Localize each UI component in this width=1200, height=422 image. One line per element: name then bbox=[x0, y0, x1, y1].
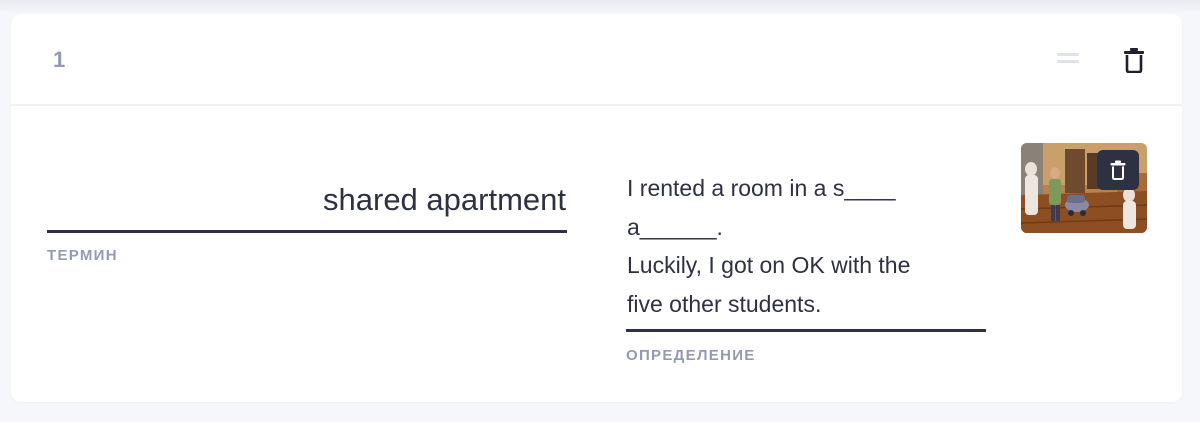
definition-label: ОПРЕДЕЛЕНИЕ bbox=[626, 347, 756, 364]
flashcard-editor: 1 shared apartment ТЕРМИН I rented a roo… bbox=[11, 14, 1182, 402]
trash-icon bbox=[1110, 160, 1126, 180]
card-image-thumbnail[interactable] bbox=[1021, 143, 1147, 233]
term-label: ТЕРМИН bbox=[47, 247, 118, 264]
trash-icon bbox=[1124, 48, 1144, 73]
drag-handle-line bbox=[1057, 53, 1079, 56]
definition-field[interactable]: I rented a room in a s____ a______. Luck… bbox=[626, 169, 986, 332]
card-header: 1 bbox=[11, 14, 1182, 106]
delete-image-button[interactable] bbox=[1097, 150, 1139, 190]
drag-handle-line bbox=[1057, 60, 1079, 63]
card-number: 1 bbox=[53, 47, 66, 72]
term-input-text: shared apartment bbox=[323, 182, 566, 217]
drag-handle-icon[interactable] bbox=[1057, 51, 1081, 65]
definition-input-text: I rented a room in a s____ a______. Luck… bbox=[627, 175, 911, 317]
delete-card-button[interactable] bbox=[1119, 44, 1149, 76]
term-field[interactable]: shared apartment bbox=[47, 172, 567, 233]
page-top-shade bbox=[0, 0, 1200, 14]
